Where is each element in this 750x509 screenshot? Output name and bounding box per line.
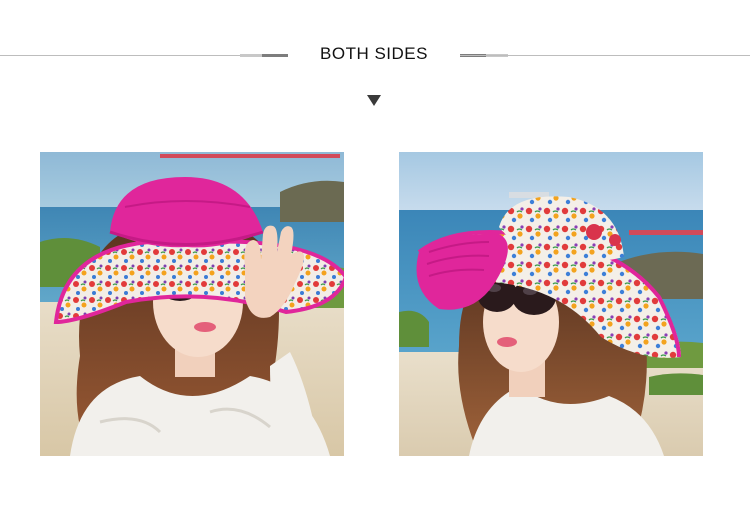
- divider-accent: [262, 54, 288, 57]
- product-photo-pink-side: [40, 152, 344, 456]
- down-triangle-icon: [367, 95, 381, 106]
- divider-accent: [240, 54, 262, 57]
- section-title: BOTH SIDES: [320, 44, 428, 63]
- section-header: BOTH SIDES: [0, 40, 750, 72]
- divider-right: [460, 55, 750, 56]
- product-photo-floral-side: [399, 152, 703, 456]
